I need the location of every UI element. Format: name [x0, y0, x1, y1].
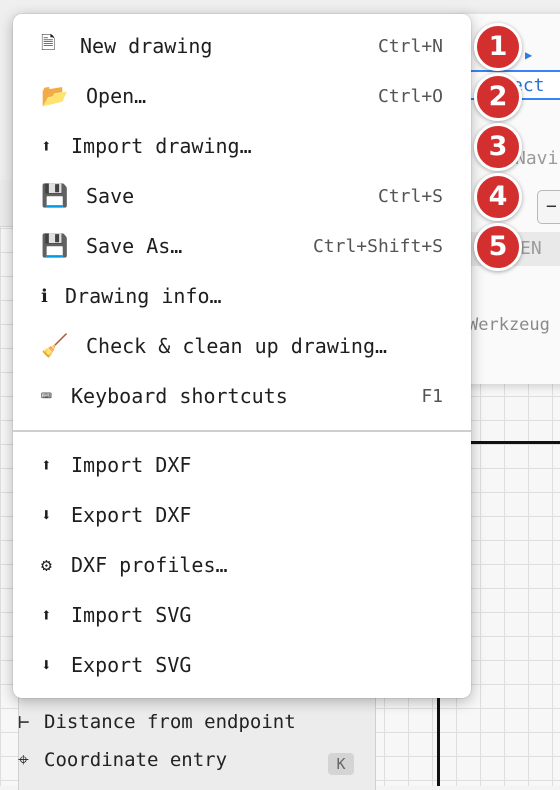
menu-item-label: Save — [86, 184, 135, 208]
menu-item-label: Import drawing… — [71, 134, 252, 158]
menu-item-label: Check & clean up drawing… — [86, 334, 388, 358]
menu-item-drawing-info[interactable]: ℹ Drawing info… — [13, 272, 471, 320]
menu-item-shortcut: Ctrl+N — [377, 35, 443, 57]
menu-item-new-drawing[interactable]: 🗎 New drawing Ctrl+N — [13, 22, 471, 70]
menu-item-shortcut: Ctrl+O — [377, 85, 443, 107]
menu-item-open[interactable]: 📂 Open… Ctrl+O — [13, 72, 471, 120]
upload-arrow-icon: ⬆ — [41, 135, 52, 157]
shortcut-key-badge: K — [328, 753, 354, 775]
download-arrow-icon: ⬇ — [41, 654, 52, 676]
menu-item-shortcut: Ctrl+S — [377, 185, 443, 207]
file-menu: 🗎 New drawing Ctrl+N 📂 Open… Ctrl+O ⬆ Im… — [13, 14, 471, 698]
menu-separator — [13, 430, 471, 432]
menu-item-save[interactable]: 💾 Save Ctrl+S — [13, 172, 471, 220]
folder-icon: 📂 — [41, 83, 69, 109]
download-arrow-icon: ⬇ — [41, 504, 52, 526]
annotation-badge-4: 4 — [474, 173, 522, 221]
arrow-icon: ▶ — [525, 48, 533, 62]
gear-icon: ⚙ — [41, 554, 52, 576]
snap-item-label: Coordinate entry — [44, 749, 228, 771]
menu-item-export-dxf[interactable]: ⬇ Export DXF — [13, 491, 471, 539]
menu-item-label: Export SVG — [71, 653, 192, 677]
endpoint-distance-icon: ⊢ — [18, 711, 30, 733]
drawn-line-vertical[interactable] — [437, 688, 440, 786]
keyboard-icon: ⌨ — [41, 385, 52, 407]
document-icon: 🗎 — [41, 33, 56, 54]
menu-item-label: Export DXF — [71, 503, 192, 527]
crosshair-icon: ⌖ — [18, 749, 29, 771]
snap-options-panel — [18, 690, 376, 790]
menu-item-label: Keyboard shortcuts — [71, 384, 288, 408]
tool-label: Werkzeug — [468, 315, 550, 335]
menu-item-import-dxf[interactable]: ⬆ Import DXF — [13, 441, 471, 489]
annotation-badge-5: 5 — [474, 223, 522, 271]
menu-item-export-svg[interactable]: ⬇ Export SVG — [13, 641, 471, 689]
menu-item-import-svg[interactable]: ⬆ Import SVG — [13, 591, 471, 639]
upload-arrow-icon: ⬆ — [41, 454, 52, 476]
menu-item-label: New drawing — [80, 34, 213, 58]
menu-item-label: Drawing info… — [65, 284, 222, 308]
annotation-badge-3: 3 — [474, 123, 522, 171]
menu-item-label: DXF profiles… — [71, 553, 228, 577]
menu-item-shortcut: F1 — [421, 385, 443, 407]
menu-item-dxf-profiles[interactable]: ⚙ DXF profiles… — [13, 541, 471, 589]
broom-icon: 🧹 — [41, 333, 69, 359]
menu-item-label: Import DXF — [71, 453, 192, 477]
menu-item-save-as[interactable]: 💾 Save As… Ctrl+Shift+S — [13, 222, 471, 270]
menu-item-label: Open… — [86, 84, 147, 108]
floppy-disk-icon: 💾 — [41, 233, 69, 259]
menu-item-import-drawing[interactable]: ⬆ Import drawing… — [13, 122, 471, 170]
snap-item-label: Distance from endpoint — [44, 711, 296, 733]
snap-item-coordinate-entry[interactable]: ⌖ Coordinate entry — [18, 749, 227, 771]
menu-item-keyboard-shortcuts[interactable]: ⌨ Keyboard shortcuts F1 — [13, 372, 471, 420]
zoom-out-button[interactable]: − — [537, 190, 560, 224]
menu-item-shortcut: Ctrl+Shift+S — [312, 235, 443, 257]
annotation-badge-1: 1 — [474, 23, 522, 71]
menu-item-label: Save As… — [86, 234, 183, 258]
upload-arrow-icon: ⬆ — [41, 604, 52, 626]
annotation-badge-2: 2 — [474, 73, 522, 121]
menu-item-check-clean-up[interactable]: 🧹 Check & clean up drawing… — [13, 322, 471, 370]
snap-item-distance-from-endpoint[interactable]: ⊢ Distance from endpoint — [18, 711, 296, 733]
menu-item-label: Import SVG — [71, 603, 192, 627]
floppy-disk-icon: 💾 — [41, 183, 69, 209]
